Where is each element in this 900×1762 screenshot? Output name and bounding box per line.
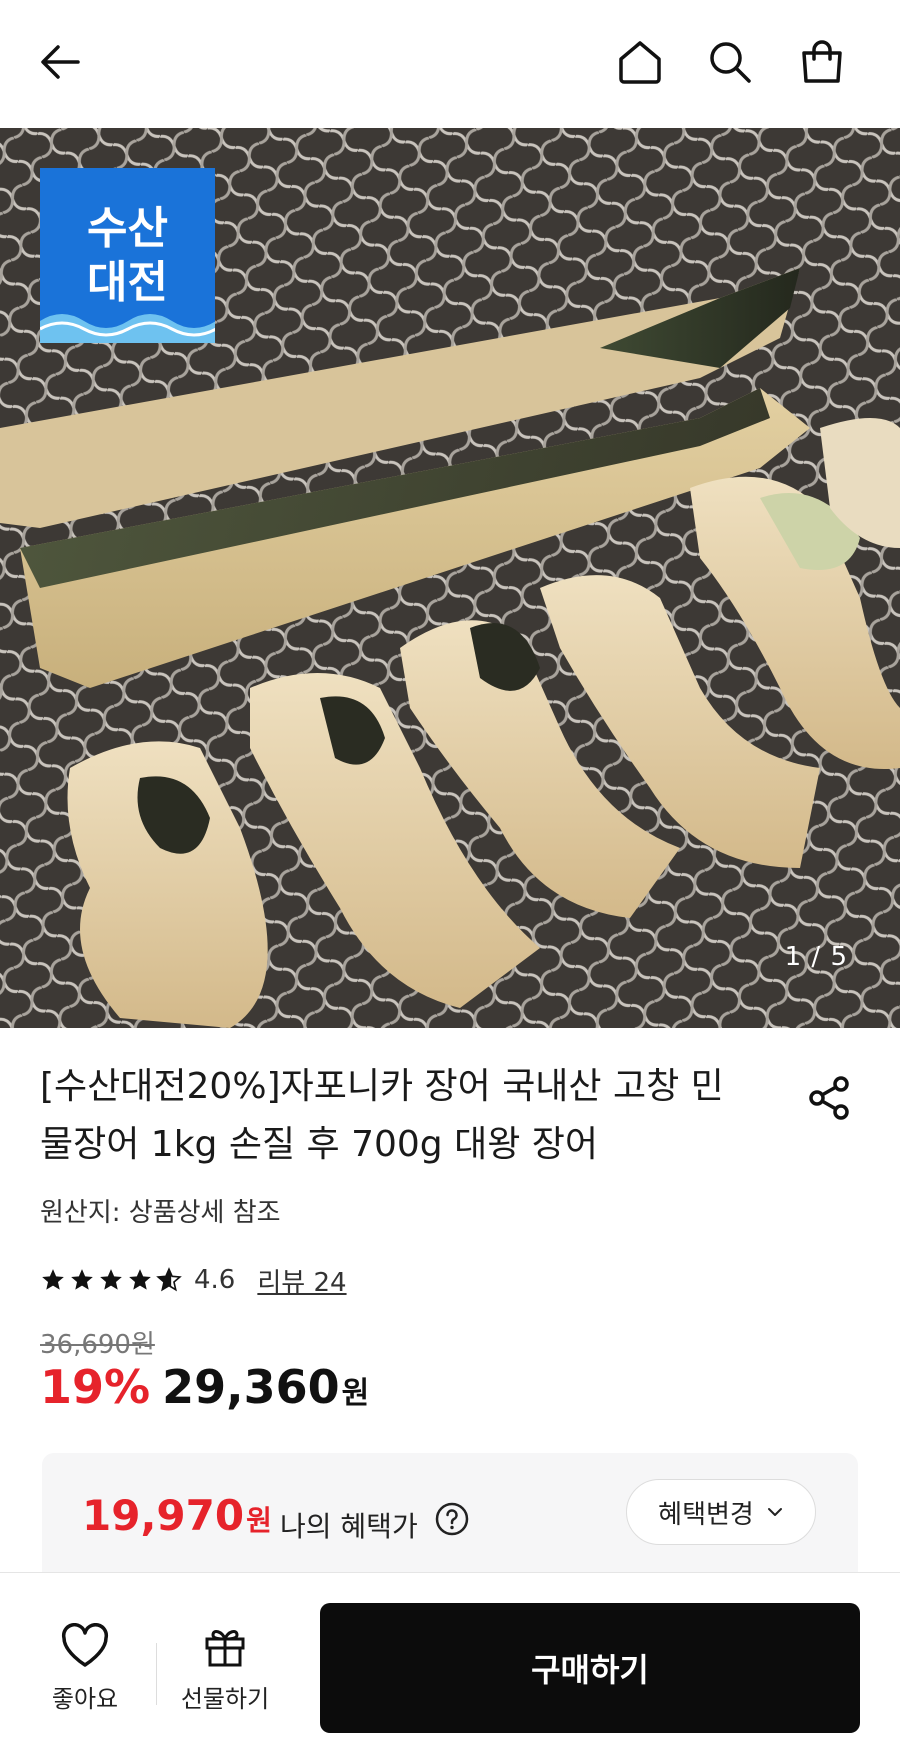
badge-text-line1: 수산 [87, 202, 168, 254]
home-button[interactable] [608, 30, 672, 94]
like-label: 좋아요 [51, 1685, 119, 1713]
arrow-left-icon [41, 45, 80, 79]
price-unit: 원 [341, 1376, 370, 1411]
origin-text: 원산지: 상품상세 참조 [40, 1198, 281, 1228]
share-icon [809, 1076, 849, 1120]
image-counter: 1 / 5 [784, 942, 848, 972]
cart-button[interactable] [790, 30, 854, 94]
benefit-price: 19,970 원 [82, 1491, 272, 1540]
badge-text-line2: 대전 [87, 256, 168, 308]
top-app-bar [0, 0, 900, 128]
like-button[interactable]: 좋아요 [40, 1623, 130, 1714]
star-icon [129, 1269, 151, 1290]
discount-rate: 19% [40, 1360, 151, 1414]
search-button[interactable] [698, 30, 762, 94]
star-icon [42, 1269, 64, 1290]
home-icon [619, 41, 661, 84]
buy-button[interactable]: 구매하기 [320, 1603, 860, 1733]
gift-label: 선물하기 [180, 1685, 270, 1713]
gift-button[interactable]: 선물하기 [170, 1623, 280, 1714]
rating-stars [40, 1267, 182, 1293]
product-title: [수산대전20%]자포니카 장어 국내산 고창 민물장어 1kg 손질 후 70… [40, 1066, 724, 1165]
gift-icon [205, 1630, 245, 1667]
star-icon [71, 1269, 93, 1290]
product-image-gallery[interactable]: 수산 대전 1 / 5 [0, 128, 900, 1028]
share-button[interactable] [800, 1068, 860, 1128]
shopping-bag-icon [802, 40, 842, 83]
sale-price: 29,360 [162, 1360, 340, 1414]
star-half-icon [156, 1267, 182, 1292]
chevron-down-icon [767, 1508, 782, 1516]
seafood-festival-badge: 수산 대전 [40, 168, 215, 343]
rating-value: 4.6 [194, 1265, 236, 1295]
benefit-price-value: 19,970 [82, 1491, 245, 1540]
question-circle-icon[interactable] [434, 1501, 470, 1537]
back-button[interactable] [28, 30, 92, 94]
rating-row: 4.6 리뷰 24 [40, 1260, 347, 1300]
benefit-label: 나의 혜택가 [280, 1510, 418, 1543]
sale-price-row: 19% 29,360 원 [40, 1360, 369, 1414]
change-benefit-label: 혜택변경 [658, 1499, 754, 1530]
star-icon [100, 1269, 122, 1290]
benefit-price-box: 19,970 원 나의 혜택가 혜택변경 [42, 1453, 858, 1577]
change-benefit-button[interactable]: 혜택변경 [626, 1479, 816, 1545]
bottom-action-bar: 좋아요 선물하기 구매하기 [0, 1572, 900, 1762]
action-divider [156, 1643, 157, 1705]
review-count-link[interactable]: 리뷰 24 [257, 1262, 346, 1299]
benefit-price-unit: 원 [246, 1504, 272, 1537]
search-icon [710, 42, 751, 83]
original-price: 36,690원 [40, 1330, 155, 1360]
heart-icon [61, 1623, 109, 1667]
